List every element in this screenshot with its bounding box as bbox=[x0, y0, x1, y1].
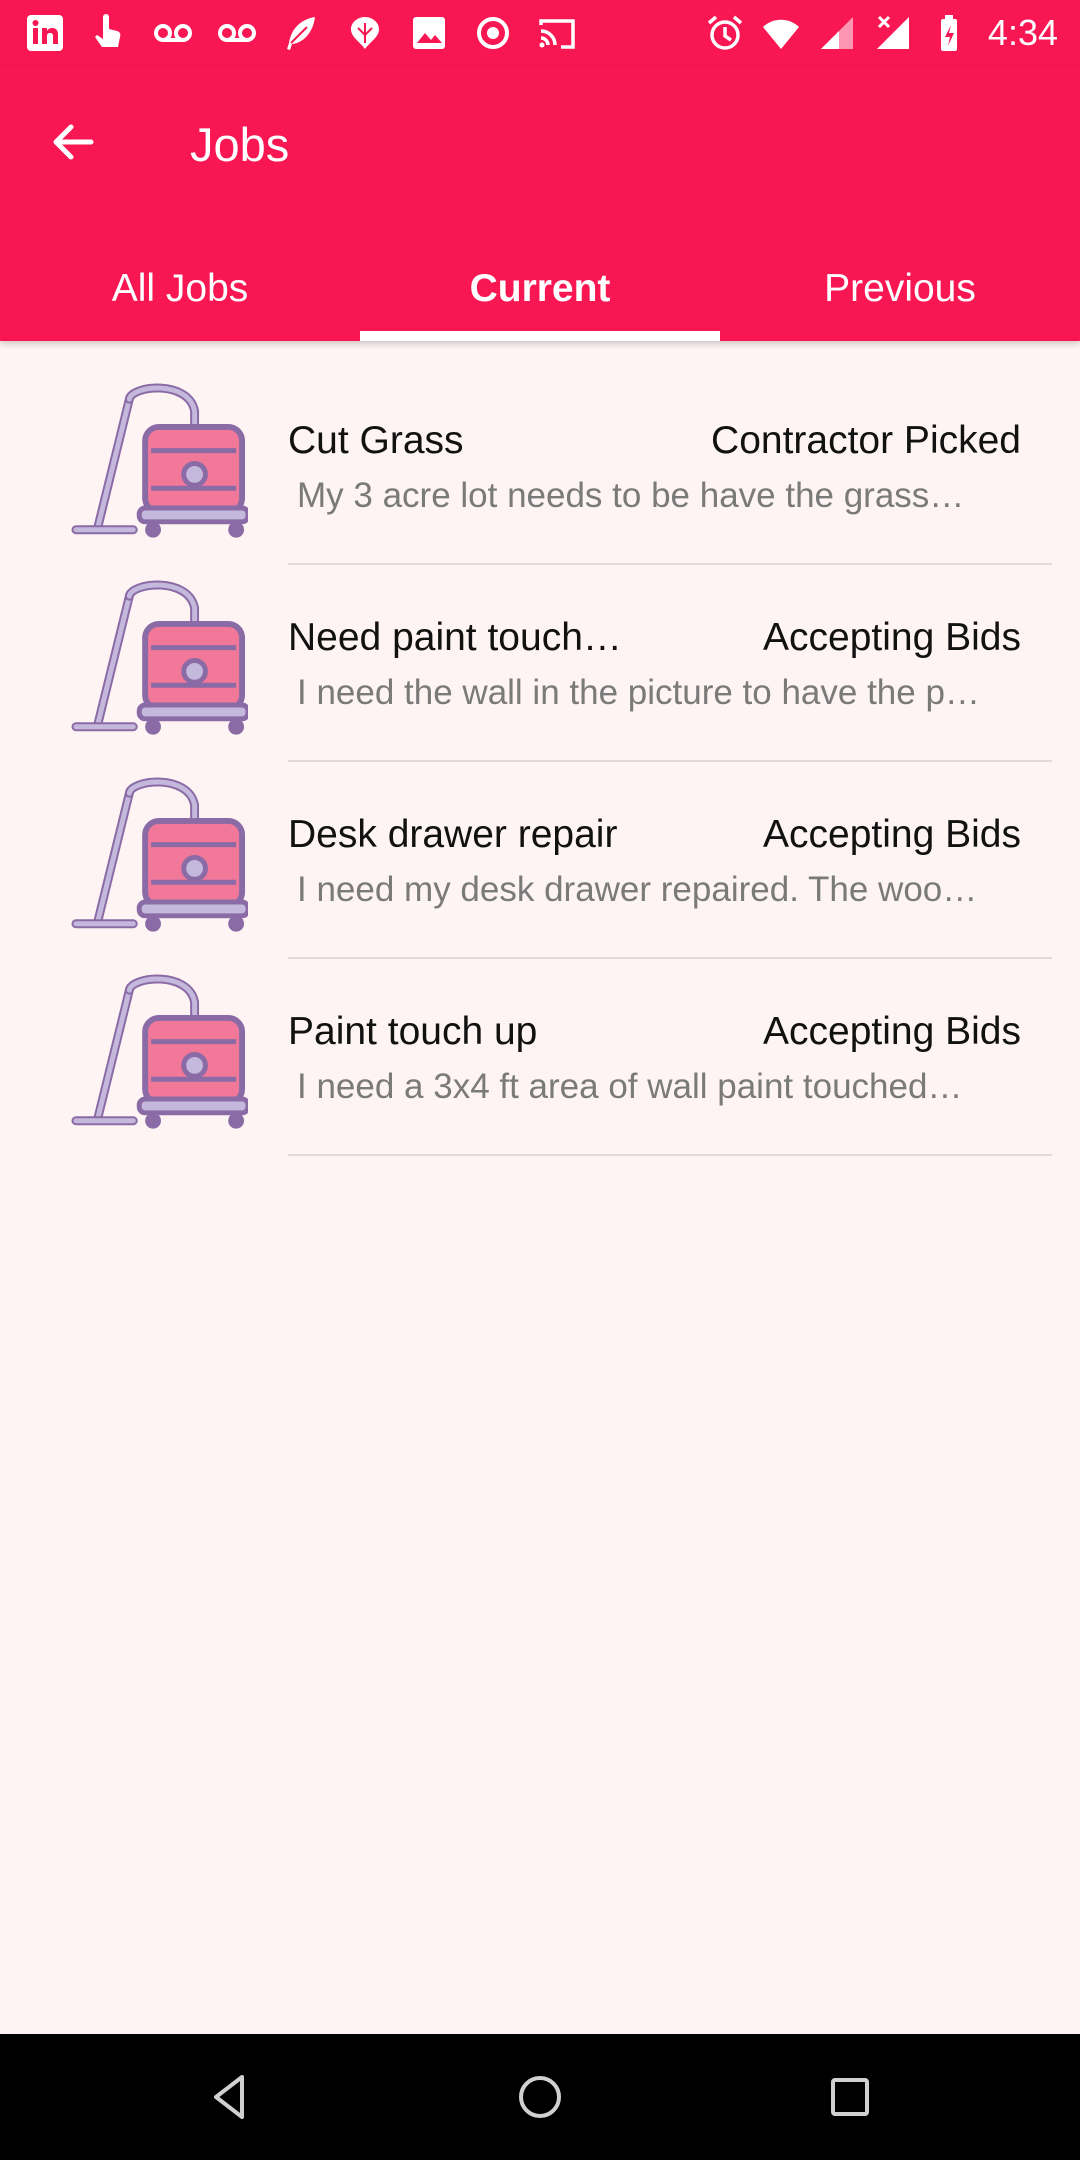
voicemail-icon bbox=[216, 12, 258, 54]
job-description: My 3 acre lot needs to be have the grass… bbox=[297, 476, 965, 515]
nav-recents-button[interactable] bbox=[815, 2062, 885, 2132]
touch-icon bbox=[88, 12, 130, 54]
image-icon bbox=[408, 12, 450, 54]
battery-charging-icon bbox=[928, 12, 970, 54]
vacuum-icon bbox=[70, 381, 248, 545]
job-description: I need my desk drawer repaired. The woo… bbox=[297, 870, 978, 909]
job-description: I need the wall in the picture to have t… bbox=[297, 673, 980, 712]
job-status: Contractor Picked bbox=[711, 419, 1021, 462]
clock: 4:34 bbox=[987, 12, 1058, 53]
record-icon bbox=[472, 12, 514, 54]
back-button[interactable] bbox=[36, 106, 108, 178]
arrow-back-icon bbox=[53, 124, 94, 160]
page-title: Jobs bbox=[190, 118, 290, 171]
nav-home-button[interactable] bbox=[505, 2062, 575, 2132]
vacuum-icon bbox=[70, 578, 248, 742]
alarm-icon bbox=[704, 12, 746, 54]
flower-icon bbox=[344, 12, 386, 54]
job-status: Accepting Bids bbox=[763, 813, 1021, 856]
nav-back-button[interactable] bbox=[195, 2062, 265, 2132]
tab-indicator bbox=[360, 331, 720, 341]
vacuum-icon bbox=[70, 775, 248, 939]
notification-icons bbox=[24, 9, 578, 57]
feather-icon bbox=[280, 12, 322, 54]
job-status: Accepting Bids bbox=[763, 616, 1021, 659]
job-title: Paint touch up bbox=[288, 1010, 538, 1053]
back-triangle-icon bbox=[214, 2075, 244, 2119]
linkedin-icon bbox=[24, 12, 66, 54]
system-nav-bar bbox=[0, 2034, 1080, 2160]
signal-icon bbox=[816, 12, 858, 54]
cast-icon bbox=[536, 12, 578, 54]
app-bar: Jobs All Jobs Current Previous bbox=[0, 66, 1080, 341]
tab-all-jobs[interactable]: All Jobs bbox=[0, 236, 360, 341]
tab-bar: All Jobs Current Previous bbox=[0, 236, 1080, 341]
list-item[interactable]: Cut Grass Contractor Picked My 3 acre lo… bbox=[0, 341, 1080, 565]
voicemail-icon bbox=[152, 12, 194, 54]
job-title: Cut Grass bbox=[288, 419, 464, 462]
tab-previous[interactable]: Previous bbox=[720, 236, 1080, 341]
job-title: Need paint touch… bbox=[288, 616, 622, 659]
list-item[interactable]: Need paint touch… Accepting Bids I need … bbox=[0, 538, 1080, 762]
recents-square-icon bbox=[831, 2078, 869, 2116]
signal-no-service-icon bbox=[872, 12, 914, 54]
list-item[interactable]: Paint touch up Accepting Bids I need a 3… bbox=[0, 932, 1080, 1156]
wifi-icon bbox=[760, 12, 802, 54]
job-description: I need a 3x4 ft area of wall paint touch… bbox=[297, 1067, 963, 1106]
divider bbox=[288, 1154, 1052, 1156]
tab-current[interactable]: Current bbox=[360, 236, 720, 341]
job-list: Cut Grass Contractor Picked My 3 acre lo… bbox=[0, 341, 1080, 1156]
system-icons: 4:34 bbox=[704, 9, 1058, 57]
home-circle-icon bbox=[519, 2076, 561, 2118]
job-status: Accepting Bids bbox=[763, 1010, 1021, 1053]
status-bar: 4:34 bbox=[0, 0, 1080, 66]
vacuum-icon bbox=[70, 972, 248, 1136]
job-title: Desk drawer repair bbox=[288, 813, 618, 856]
list-item[interactable]: Desk drawer repair Accepting Bids I need… bbox=[0, 735, 1080, 959]
